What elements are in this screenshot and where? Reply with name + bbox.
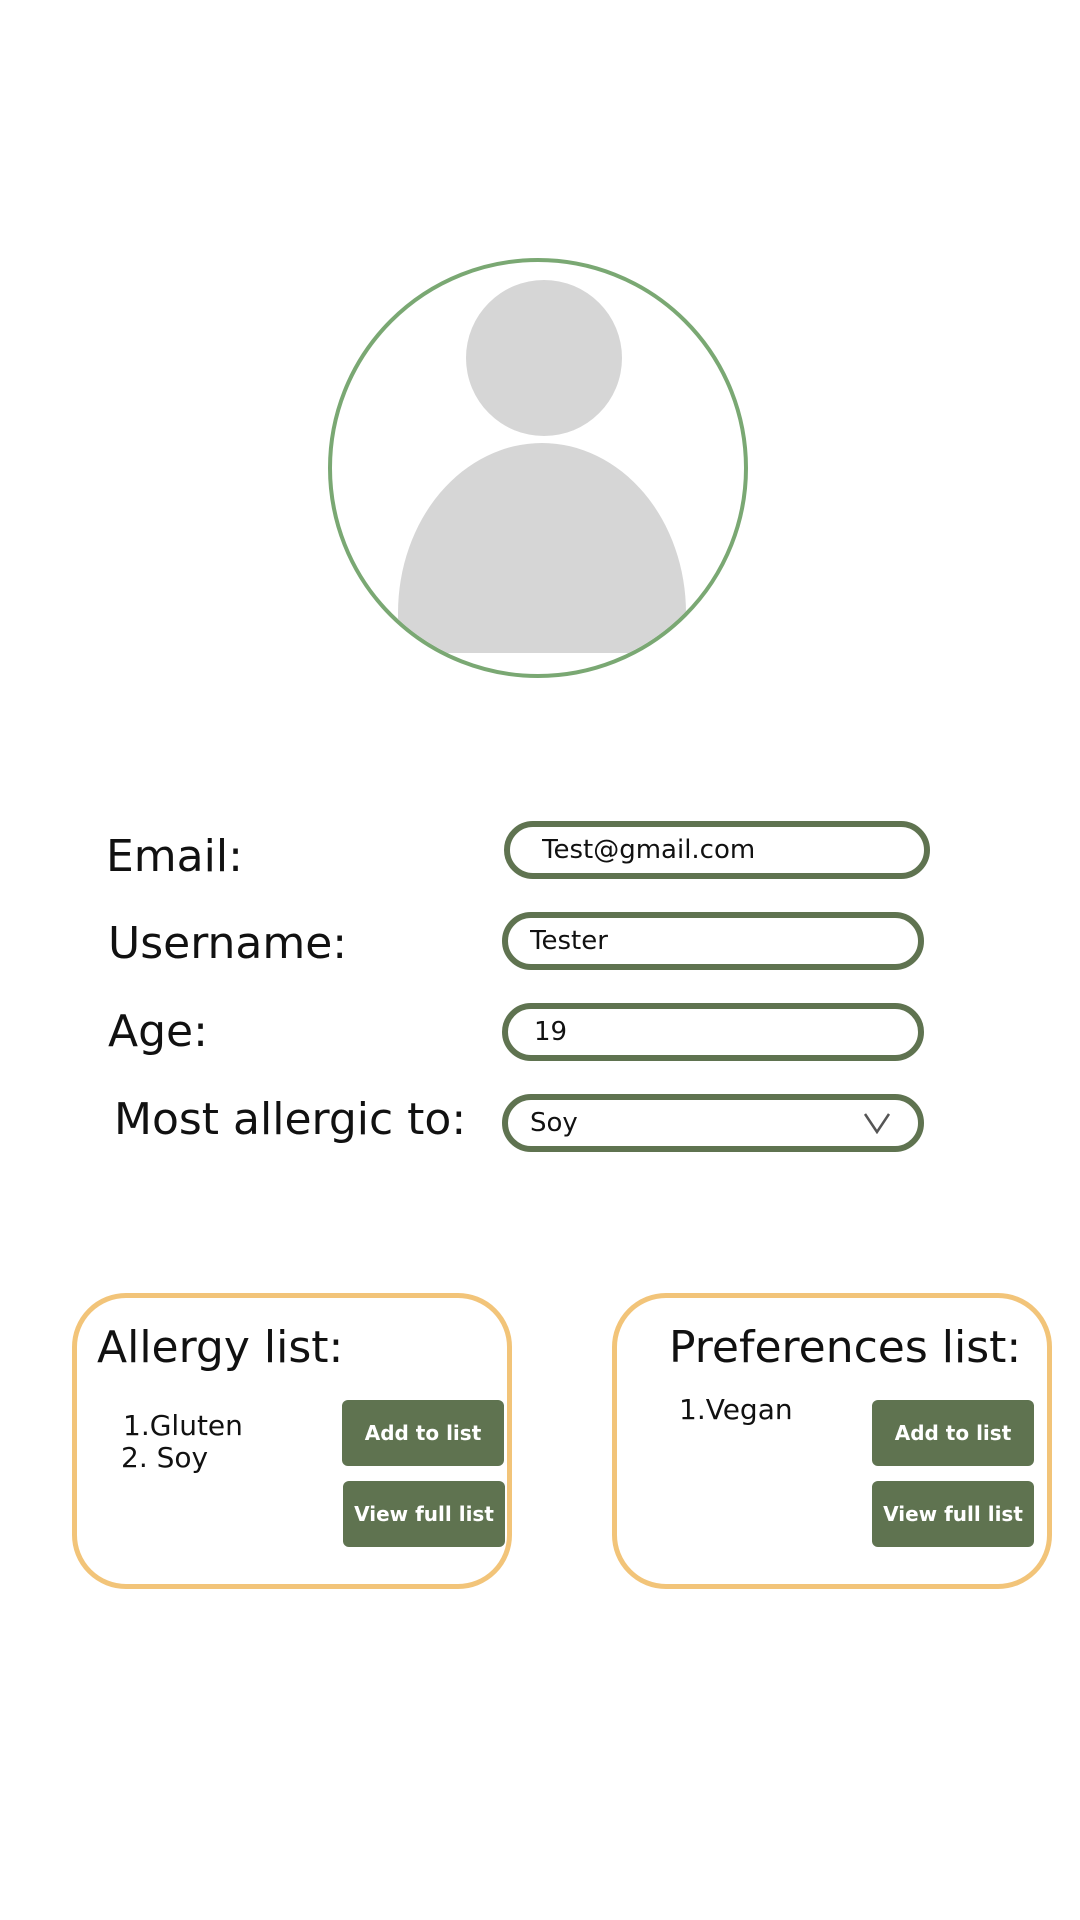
email-label: Email:	[106, 831, 243, 882]
most-allergic-select[interactable]: Soy	[502, 1094, 924, 1152]
preferences-view-full-list-button[interactable]: View full list	[872, 1481, 1034, 1547]
age-input[interactable]	[508, 1017, 918, 1047]
allergy-list-item: 1.Gluten	[123, 1409, 243, 1442]
most-allergic-value: Soy	[530, 1108, 578, 1138]
username-input[interactable]	[508, 926, 918, 956]
avatar-head-shape	[466, 280, 622, 436]
allergy-list-title: Allergy list:	[97, 1322, 344, 1373]
profile-avatar[interactable]	[328, 258, 748, 678]
age-label: Age:	[108, 1006, 208, 1057]
preferences-list-item: 1.Vegan	[679, 1393, 793, 1426]
username-label: Username:	[108, 918, 348, 969]
age-field[interactable]	[502, 1003, 924, 1061]
preferences-list-card: Preferences list: 1.Vegan Add to list Vi…	[612, 1293, 1052, 1589]
preferences-add-button[interactable]: Add to list	[872, 1400, 1034, 1466]
email-field[interactable]	[504, 821, 930, 879]
preferences-list-title: Preferences list:	[669, 1322, 1022, 1373]
username-field[interactable]	[502, 912, 924, 970]
allergy-list-item: 2. Soy	[121, 1441, 209, 1474]
allergy-view-full-list-button[interactable]: View full list	[343, 1481, 505, 1547]
chevron-down-icon[interactable]	[862, 1111, 892, 1135]
most-allergic-label: Most allergic to:	[114, 1094, 467, 1145]
allergy-list-card: Allergy list: 1.Gluten 2. Soy Add to lis…	[72, 1293, 512, 1589]
avatar-body-shape	[398, 443, 686, 653]
allergy-add-button[interactable]: Add to list	[342, 1400, 504, 1466]
email-input[interactable]	[510, 835, 924, 865]
